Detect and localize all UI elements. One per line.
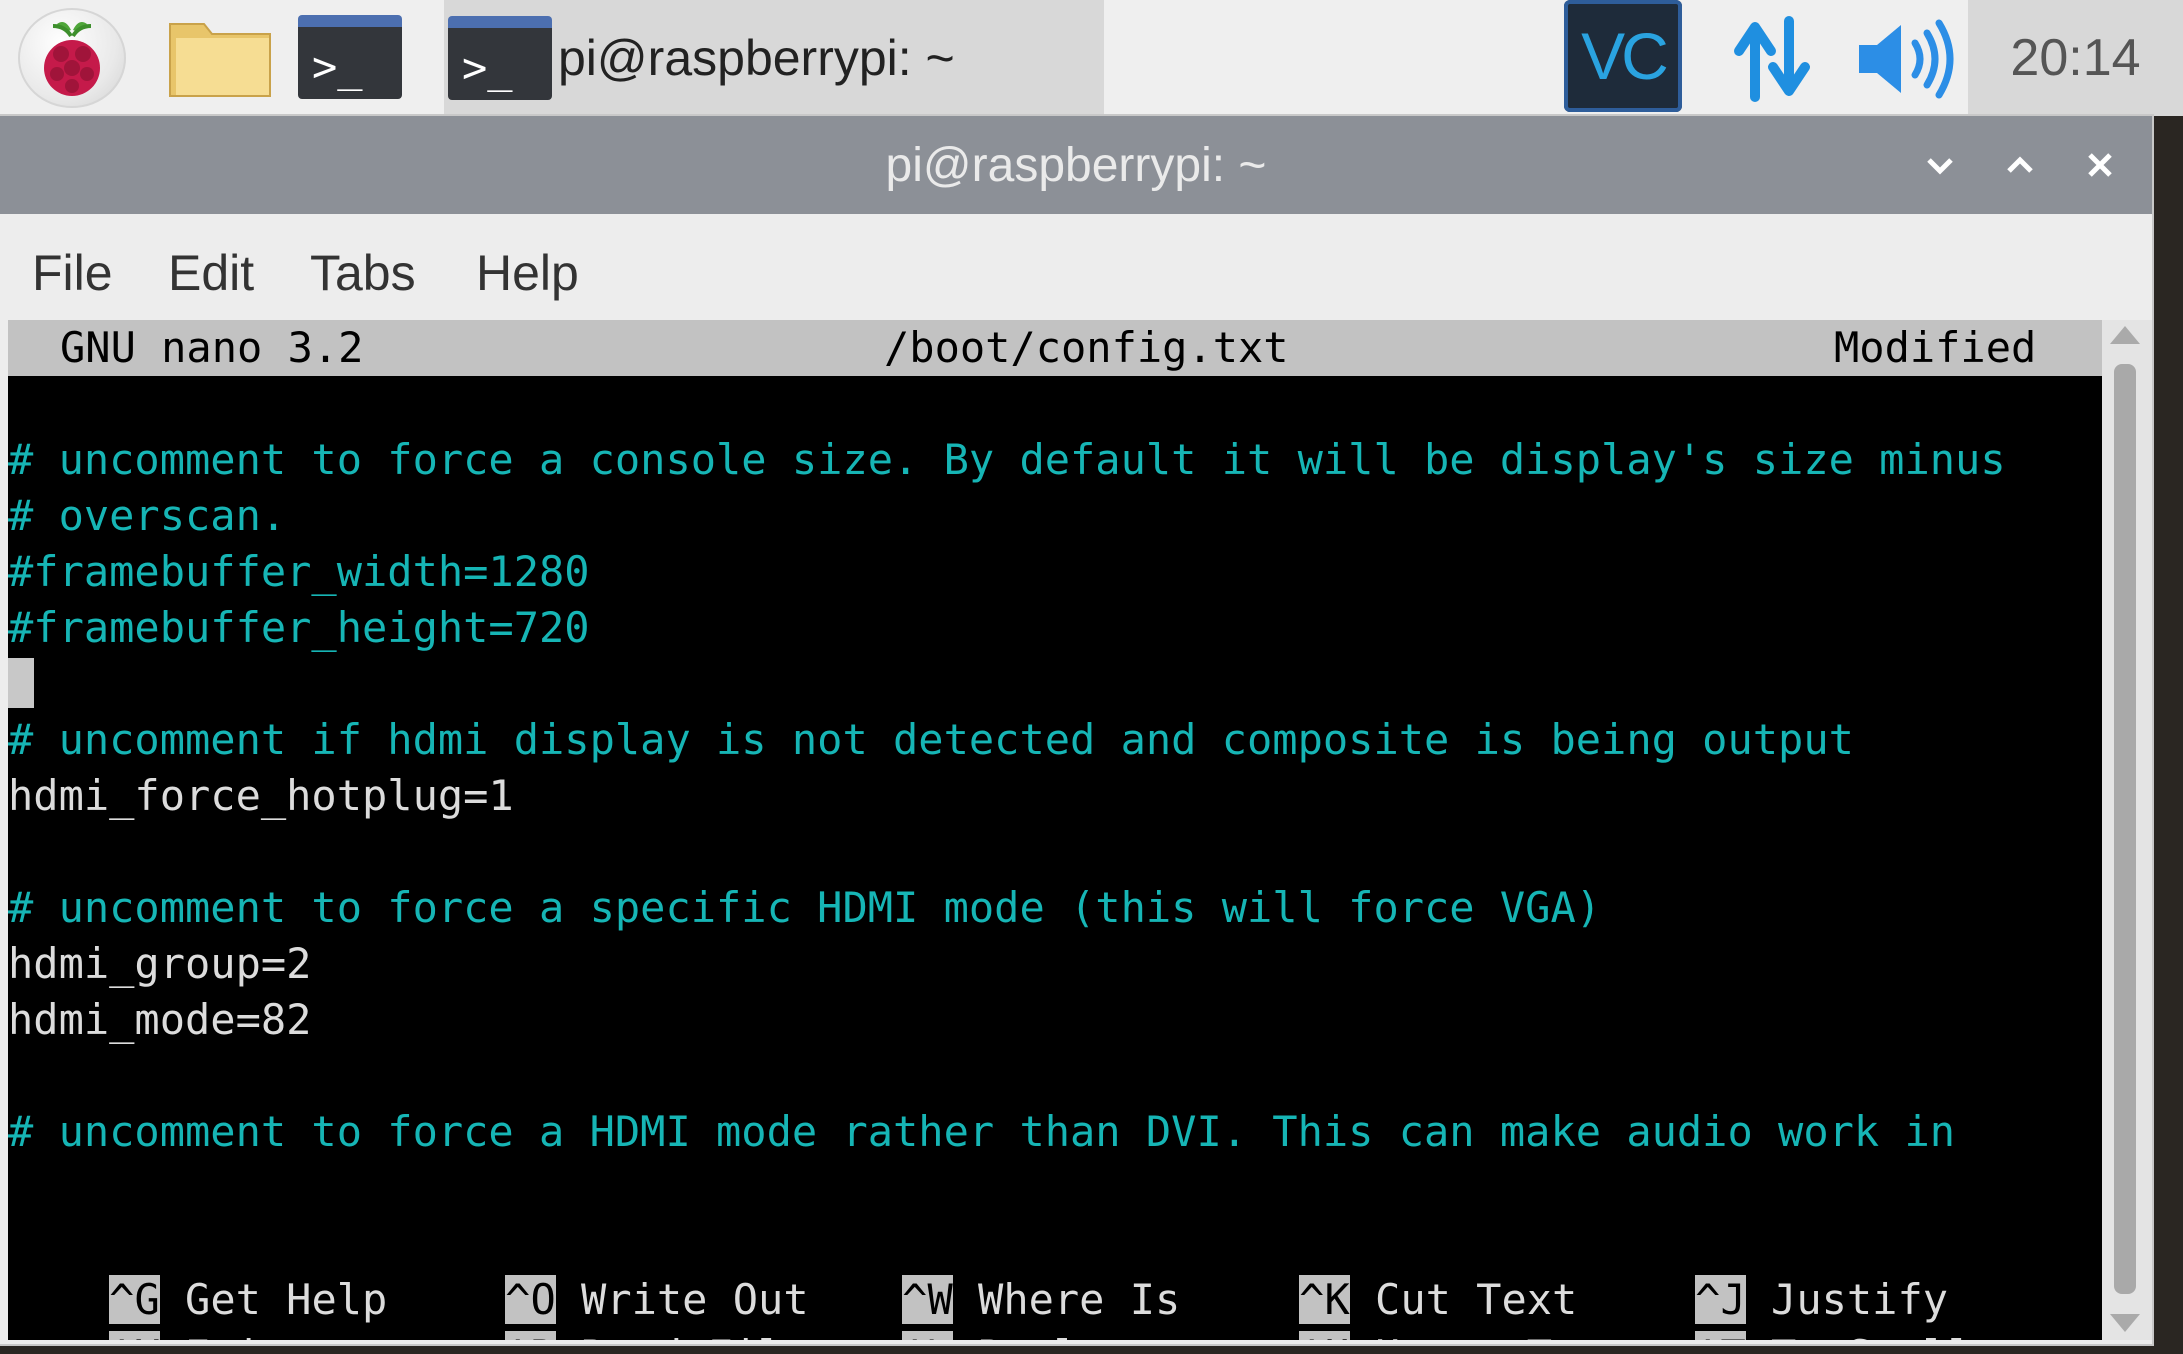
clock-area[interactable]: 20:14 [1968, 0, 2183, 116]
text-cursor [8, 658, 34, 708]
close-button[interactable] [2075, 140, 2125, 190]
file-line: #framebuffer_height=720 [8, 603, 590, 652]
vnc-icon[interactable]: VC [1564, 0, 1682, 112]
terminal-icon: >_ [448, 16, 552, 100]
shortcut-read-file: ^R Read File [404, 1272, 809, 1340]
file-line: # uncomment if hdmi display is not detec… [8, 715, 1854, 764]
chevron-down-icon [1927, 158, 1953, 175]
chevron-up-icon [2007, 156, 2033, 173]
maximize-button[interactable] [1995, 140, 2045, 190]
raspberry-menu-icon[interactable] [18, 8, 126, 108]
shortcut-where-is: ^W Where Is [801, 1216, 1180, 1324]
menu-edit[interactable]: Edit [168, 244, 254, 302]
menu-file[interactable]: File [32, 244, 113, 302]
minimize-button[interactable] [1915, 140, 1965, 190]
shortcut-key: ^R [505, 1331, 556, 1340]
file-manager-icon[interactable] [166, 14, 274, 100]
shortcut-to-spell: ^T To Spell [1594, 1272, 1973, 1340]
network-icon[interactable] [1726, 14, 1818, 104]
shortcut-key: ^X [109, 1331, 160, 1340]
close-icon [2088, 153, 2112, 177]
nano-filename: /boot/config.txt [884, 323, 1289, 372]
shortcut-label: Uncut Text [1375, 1331, 1628, 1340]
terminal-glyph: >_ [312, 42, 363, 91]
shortcut-label: To Spell [1771, 1331, 1973, 1340]
menu-tabs[interactable]: Tabs [310, 244, 416, 302]
file-line: hdmi_group=2 [8, 939, 312, 988]
file-line: # uncomment to force a HDMI mode rather … [8, 1107, 1956, 1156]
shortcut-justify: ^J Justify [1594, 1216, 1948, 1324]
file-line: #framebuffer_width=1280 [8, 547, 590, 596]
window-title: pi@raspberrypi: ~ [885, 138, 1267, 192]
menu-bar: File Edit Tabs Help [0, 214, 2152, 332]
taskbar-window-button[interactable]: >_ pi@raspberrypi: ~ [444, 0, 1104, 116]
shortcut-uncut-text: ^U Uncut Text [1198, 1272, 1628, 1340]
terminal-scrollbar[interactable] [2102, 320, 2152, 1340]
file-line: # uncomment to force a console size. By … [8, 435, 2006, 484]
shortcut-key: ^U [1299, 1331, 1350, 1340]
shortcut-label: Replace [978, 1331, 1155, 1340]
volume-icon[interactable] [1852, 14, 1962, 104]
shortcut-cut-text: ^K Cut Text [1198, 1216, 1577, 1324]
menu-help[interactable]: Help [476, 244, 579, 302]
nano-version: GNU nano 3.2 [60, 323, 364, 372]
shortcut-get-help: ^G Get Help [8, 1216, 387, 1324]
taskbar-panel: >_ >_ pi@raspberrypi: ~ VC 20:14 [0, 0, 2183, 116]
file-line: # uncomment to force a specific HDMI mod… [8, 883, 1602, 932]
scrollbar-thumb[interactable] [2114, 364, 2136, 1294]
window-titlebar[interactable]: pi@raspberrypi: ~ [0, 116, 2152, 214]
shortcut-key: ^\ [902, 1331, 953, 1340]
file-line: hdmi_mode=82 [8, 995, 312, 1044]
nano-status: Modified [1834, 323, 2037, 372]
shortcut-replace: ^\ Replace [801, 1272, 1155, 1340]
shortcut-exit: ^X Exit [8, 1272, 286, 1340]
terminal-launcher-icon[interactable]: >_ [296, 14, 404, 100]
file-line: # overscan. [8, 491, 287, 540]
clock: 20:14 [2010, 29, 2141, 87]
shortcut-label: Exit [185, 1331, 286, 1340]
scroll-up-arrow-icon[interactable] [2110, 326, 2140, 344]
shortcut-write-out: ^O Write Out [404, 1216, 809, 1324]
shortcut-label: Read File [581, 1331, 809, 1340]
file-line: hdmi_force_hotplug=1 [8, 771, 514, 820]
scroll-down-arrow-icon[interactable] [2110, 1314, 2140, 1332]
vnc-glyph: VC [1581, 19, 1669, 93]
nano-header-bar: GNU nano 3.2 /boot/config.txt Modified [8, 320, 2102, 376]
shortcut-key: ^T [1695, 1331, 1746, 1340]
taskbar-window-label: pi@raspberrypi: ~ [558, 30, 955, 86]
terminal-screen[interactable]: GNU nano 3.2 /boot/config.txt Modified #… [8, 320, 2102, 1340]
